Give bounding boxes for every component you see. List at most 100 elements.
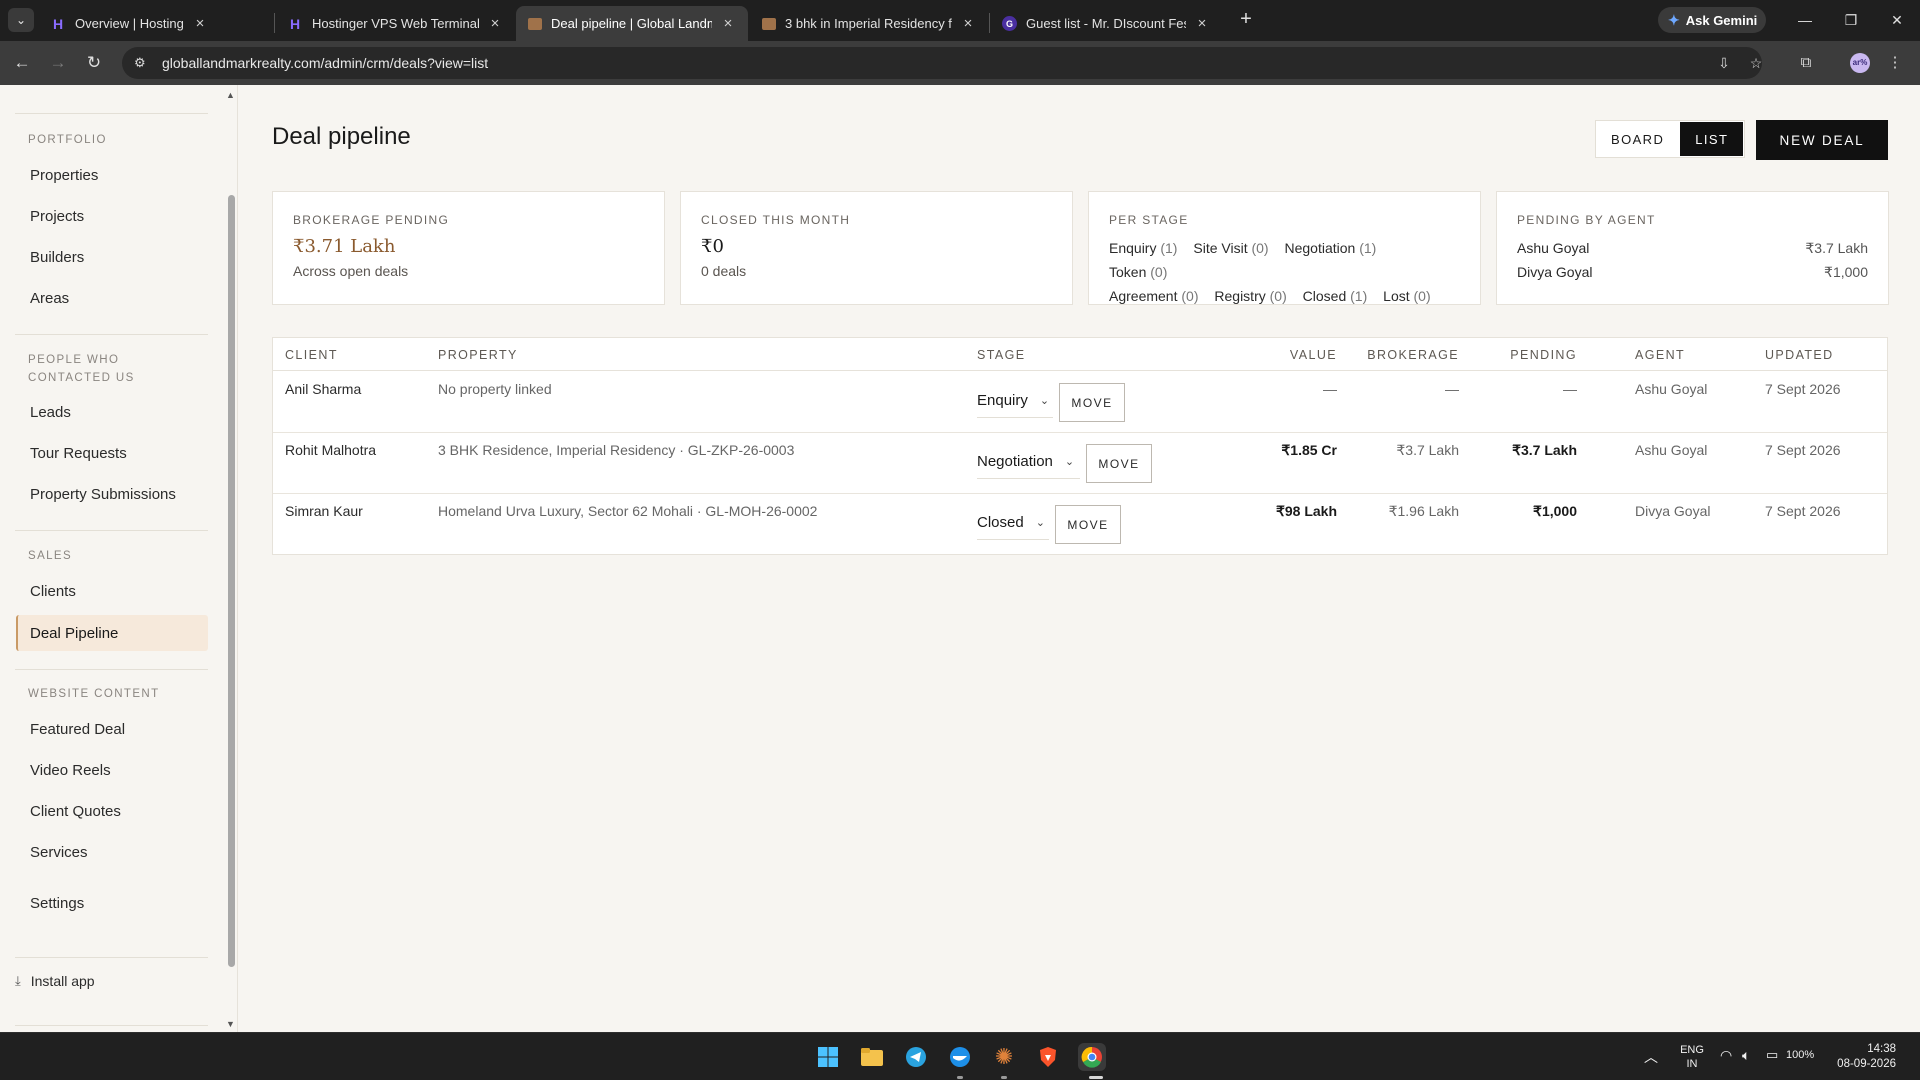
browser-menu-icon[interactable]: ⋮	[1884, 52, 1906, 74]
tab-title: 3 bhk in Imperial Residency flat	[785, 16, 952, 31]
sidebar-item-services[interactable]: Services	[16, 834, 208, 870]
tab-overview-hostinger[interactable]: H Overview | Hostinger ×	[38, 6, 220, 41]
divider	[15, 957, 208, 958]
install-app-link[interactable]: ⤓ Install app	[15, 973, 95, 989]
stage-count: Token (0)	[1109, 264, 1168, 280]
client-name[interactable]: Anil Sharma	[285, 381, 361, 397]
value-cell: —	[1323, 381, 1337, 397]
windows-start-icon[interactable]	[814, 1043, 842, 1071]
column-header-updated: UPDATED	[1765, 348, 1834, 362]
docker-icon[interactable]	[946, 1043, 974, 1071]
sidebar-item-settings[interactable]: Settings	[16, 885, 208, 921]
brave-icon[interactable]	[1034, 1043, 1062, 1071]
url-text[interactable]: globallandmarkrealty.com/admin/crm/deals…	[162, 55, 488, 71]
agent-name: Ashu Goyal	[1517, 240, 1590, 256]
minimize-icon[interactable]: —	[1790, 8, 1820, 32]
list-view-button[interactable]: LIST	[1680, 122, 1744, 156]
back-arrow-icon[interactable]: ←	[10, 51, 34, 75]
scroll-up-icon[interactable]: ▲	[226, 90, 235, 100]
bookmark-star-icon[interactable]: ☆	[1746, 53, 1766, 73]
stat-value: ₹3.71 Lakh	[293, 236, 396, 257]
sidebar-item-projects[interactable]: Projects	[16, 198, 208, 234]
divider	[15, 113, 208, 114]
close-tab-icon[interactable]: ×	[487, 15, 503, 32]
move-button[interactable]: MOVE	[1055, 505, 1121, 544]
stage-select[interactable]: Negotiation ⌄	[977, 445, 1080, 479]
section-title-sales: SALES	[28, 550, 73, 562]
active-indicator	[1089, 1076, 1103, 1079]
tab-title: Guest list - Mr. DIscount Festive	[1026, 16, 1186, 31]
sidebar-item-areas[interactable]: Areas	[16, 280, 208, 316]
chrome-icon[interactable]	[1078, 1043, 1106, 1071]
battery-icon[interactable]: ▭	[1766, 1047, 1778, 1063]
stage-select[interactable]: Enquiry ⌄	[977, 384, 1053, 418]
sidebar-item-clients[interactable]: Clients	[16, 573, 208, 609]
tab-vps-terminal[interactable]: H Hostinger VPS Web Terminal ×	[275, 6, 515, 41]
stage-count: Negotiation (1)	[1284, 240, 1377, 256]
sidebar-item-client-quotes[interactable]: Client Quotes	[16, 793, 208, 829]
agent-row: Divya Goyal ₹1,000	[1517, 260, 1868, 284]
ask-gemini-button[interactable]: ✦ Ask Gemini	[1658, 7, 1766, 33]
board-view-button[interactable]: BOARD	[1596, 121, 1679, 157]
scroll-down-icon[interactable]: ▼	[226, 1019, 235, 1029]
section-title-website-content: WEBSITE CONTENT	[28, 688, 160, 700]
tab-search-button[interactable]: ⌄	[8, 8, 34, 32]
move-button[interactable]: MOVE	[1086, 444, 1152, 483]
volume-icon[interactable]: 🔈︎	[1742, 1047, 1750, 1064]
agent-row: Ashu Goyal ₹3.7 Lakh	[1517, 236, 1868, 260]
file-explorer-icon[interactable]	[858, 1043, 886, 1071]
close-tab-icon[interactable]: ×	[192, 15, 208, 32]
client-name[interactable]: Simran Kaur	[285, 503, 363, 519]
extensions-icon[interactable]: ⧉	[1795, 52, 1817, 74]
close-tab-icon[interactable]: ×	[720, 15, 736, 32]
table-row: Rohit Malhotra 3 BHK Residence, Imperial…	[273, 433, 1887, 494]
install-app-label: Install app	[30, 973, 95, 989]
tab-deal-pipeline[interactable]: Deal pipeline | Global Landmark ×	[516, 6, 748, 41]
sidebar-item-property-submissions[interactable]: Property Submissions	[16, 476, 208, 512]
sidebar-item-featured-deal[interactable]: Featured Deal	[16, 711, 208, 747]
site-settings-icon[interactable]: ⚙	[134, 55, 154, 71]
clock[interactable]: 14:38 08-09-2026	[1836, 1042, 1896, 1072]
telegram-icon[interactable]	[902, 1043, 930, 1071]
new-tab-button[interactable]: +	[1234, 8, 1258, 32]
new-deal-button[interactable]: NEW DEAL	[1756, 120, 1888, 160]
stat-label: BROKERAGE PENDING	[293, 213, 450, 227]
sidebar-item-properties[interactable]: Properties	[16, 157, 208, 193]
close-tab-icon[interactable]: ×	[1194, 15, 1210, 32]
close-window-icon[interactable]: ✕	[1882, 8, 1912, 32]
sidebar-scrollbar[interactable]	[228, 195, 235, 967]
sidebar-item-leads[interactable]: Leads	[16, 394, 208, 430]
restore-icon[interactable]: ❐	[1836, 8, 1866, 32]
profile-avatar[interactable]: ar%	[1850, 53, 1870, 73]
sidebar-item-deal-pipeline[interactable]: Deal Pipeline	[16, 615, 208, 651]
sidebar-item-video-reels[interactable]: Video Reels	[16, 752, 208, 788]
reload-icon[interactable]: ↻	[82, 51, 106, 75]
stage-value: Enquiry	[977, 392, 1028, 409]
section-title-people: PEOPLE WHO CONTACTED US	[28, 354, 135, 384]
updated-cell: 7 Sept 2026	[1765, 503, 1841, 519]
sidebar-item-builders[interactable]: Builders	[16, 239, 208, 275]
browser-toolbar: ← → ↻ ⚙ globallandmarkrealty.com/admin/c…	[0, 41, 1920, 85]
install-page-icon[interactable]: ⇩	[1714, 53, 1734, 73]
forward-arrow-icon[interactable]: →	[46, 51, 70, 75]
stage-count: Enquiry (1)	[1109, 240, 1178, 256]
client-name[interactable]: Rohit Malhotra	[285, 442, 376, 458]
sidebar-item-tour-requests[interactable]: Tour Requests	[16, 435, 208, 471]
show-hidden-icons-chevron-icon[interactable]: ︿	[1644, 1047, 1658, 1067]
stage-counts: Enquiry (1) Site Visit (0) Negotiation (…	[1109, 236, 1460, 308]
address-bar[interactable]: ⚙ globallandmarkrealty.com/admin/crm/dea…	[122, 47, 1762, 79]
close-tab-icon[interactable]: ×	[960, 15, 976, 32]
tab-imperial-residency[interactable]: 3 bhk in Imperial Residency flat ×	[750, 6, 988, 41]
move-button[interactable]: MOVE	[1059, 383, 1125, 422]
tab-guest-list[interactable]: G Guest list - Mr. DIscount Festive ×	[990, 6, 1222, 41]
language-indicator[interactable]: ENG IN	[1678, 1043, 1706, 1071]
view-toggle: BOARD LIST	[1595, 120, 1746, 158]
wifi-icon[interactable]: ◠	[1720, 1047, 1732, 1064]
stat-card-pending-by-agent: PENDING BY AGENT Ashu Goyal ₹3.7 Lakh Di…	[1496, 191, 1889, 305]
chevron-down-icon: ⌄	[1064, 456, 1075, 468]
tab-title: Deal pipeline | Global Landmark	[551, 16, 712, 31]
pending-cell: —	[1563, 381, 1577, 397]
column-header-pending: PENDING	[1510, 348, 1577, 362]
stage-select[interactable]: Closed ⌄	[977, 506, 1049, 540]
claude-icon[interactable]: ✺	[990, 1043, 1018, 1071]
